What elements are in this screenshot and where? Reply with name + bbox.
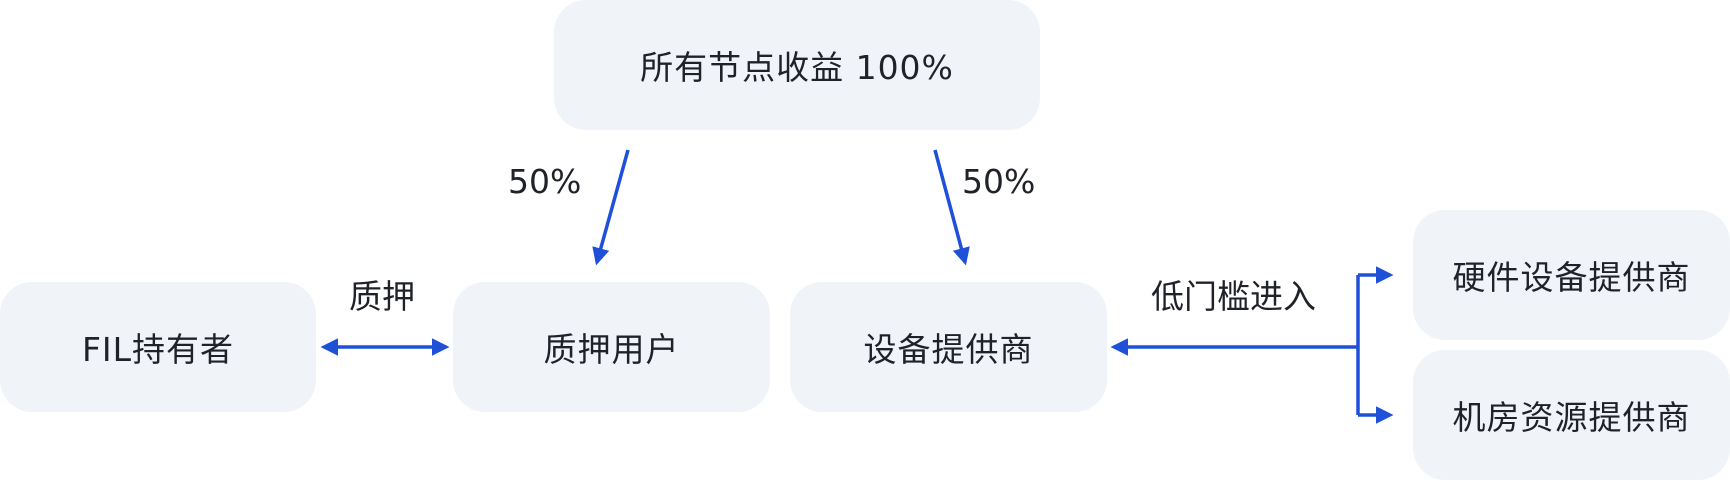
node-equipment-provider: 设备提供商 [790, 282, 1107, 412]
node-fil-holder: FIL持有者 [0, 282, 316, 412]
arrow-to-equipment-provider [933, 149, 970, 266]
node-datacenter-provider: 机房资源提供商 [1413, 350, 1730, 480]
label-pledge: 质押 [349, 277, 415, 316]
label-pledge-user-share: 50% [508, 162, 582, 201]
node-pledge-user: 质押用户 [453, 282, 770, 412]
label-equipment-provider-share: 50% [962, 162, 1036, 201]
node-total-revenue: 所有节点收益 100% [554, 0, 1040, 130]
label-low-barrier-entry: 低门槛进入 [1151, 277, 1316, 316]
node-hardware-provider: 硬件设备提供商 [1413, 210, 1730, 340]
arrow-to-pledge-user [592, 149, 630, 266]
